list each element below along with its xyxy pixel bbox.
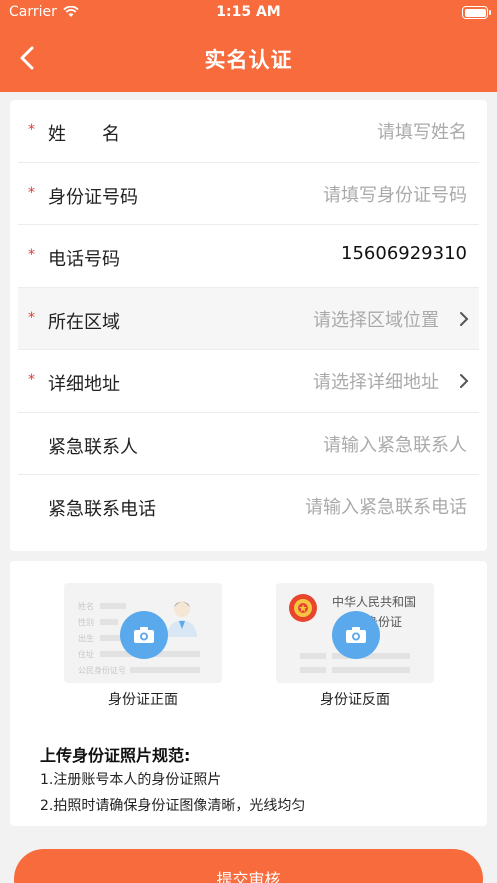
front-field-id: 公民身份证号 <box>78 666 126 675</box>
portrait-icon <box>167 601 197 637</box>
field-label-name: 姓 名 <box>48 124 120 145</box>
id-front-upload[interactable]: 姓名 性别 出生 住址 公民身份证号 <box>64 583 222 683</box>
front-field-name: 姓名 <box>78 602 94 611</box>
select-region[interactable]: 请选择区域位置 <box>313 306 439 332</box>
field-label-emergency-contact: 紧急联系人 <box>48 436 138 458</box>
input-phone[interactable]: 15606929310 <box>341 243 467 264</box>
header: Carrier 1:15 AM 实名认证 <box>0 0 497 92</box>
input-name[interactable]: 请填写姓名 <box>377 118 467 144</box>
required-mark: * <box>28 309 35 326</box>
form-row-phone[interactable]: * 电话号码 15606929310 <box>18 225 479 288</box>
upload-rule-1: 1.注册账号本人的身份证照片 <box>40 772 222 788</box>
form-row-address[interactable]: * 详细地址 请选择详细地址 <box>18 350 479 413</box>
national-emblem-icon <box>289 594 317 622</box>
clock: 1:15 AM <box>216 4 281 20</box>
page-title: 实名认证 <box>204 48 293 72</box>
form-row-emergency-contact[interactable]: 紧急联系人 请输入紧急联系人 <box>18 413 479 475</box>
chevron-right-icon <box>460 311 469 326</box>
back-card-title-1: 中华人民共和国 <box>332 595 417 609</box>
submit-button[interactable]: 提交审核 <box>14 849 483 883</box>
battery-icon <box>462 6 491 19</box>
front-field-address: 住址 <box>78 650 94 659</box>
input-emergency-contact[interactable]: 请输入紧急联系人 <box>323 431 467 457</box>
input-emergency-phone[interactable]: 请输入紧急联系电话 <box>305 493 467 519</box>
upload-rules-title: 上传身份证照片规范: <box>40 746 191 765</box>
upload-card: 姓名 性别 出生 住址 公民身份证号 身份证正面 中华人民共和国 身份证反面 上… <box>10 561 487 826</box>
required-mark: * <box>28 247 35 263</box>
nav-bar: 实名认证 <box>0 26 497 92</box>
select-address[interactable]: 请选择详细地址 <box>313 368 439 394</box>
field-label-phone: 电话号码 <box>48 249 120 270</box>
camera-button-front[interactable] <box>120 611 168 659</box>
input-id-number[interactable]: 请填写身份证号码 <box>323 181 467 207</box>
required-mark: * <box>28 184 35 201</box>
required-mark: * <box>28 372 35 388</box>
required-mark: * <box>28 122 35 138</box>
id-front-caption: 身份证正面 <box>108 692 178 708</box>
front-field-gender: 性别 <box>78 618 94 627</box>
field-label-emergency-phone: 紧急联系电话 <box>48 499 156 520</box>
field-label-region: 所在区域 <box>48 311 120 333</box>
camera-button-back[interactable] <box>332 611 380 659</box>
upload-rule-2: 2.拍照时请确保身份证图像清晰，光线均匀 <box>40 798 306 814</box>
form-row-id-number[interactable]: * 身份证号码 请填写身份证号码 <box>18 163 479 225</box>
form-row-name[interactable]: * 姓 名 请填写姓名 <box>18 100 479 163</box>
form-row-region[interactable]: * 所在区域 请选择区域位置 <box>18 287 479 350</box>
id-back-upload[interactable]: 中华人民共和国 居民身份证 <box>276 583 434 683</box>
form-row-emergency-phone[interactable]: 紧急联系电话 请输入紧急联系电话 <box>18 475 479 538</box>
chevron-right-icon <box>460 374 469 388</box>
field-label-address: 详细地址 <box>48 374 120 395</box>
status-bar: Carrier 1:15 AM <box>0 0 497 26</box>
front-field-birth: 出生 <box>78 634 94 643</box>
field-label-id-number: 身份证号码 <box>48 186 138 208</box>
id-back-caption: 身份证反面 <box>320 692 390 708</box>
camera-icon <box>346 627 366 643</box>
camera-icon <box>134 627 154 643</box>
form-card: * 姓 名请填写姓名 * 身份证号码 请填写身份证号码 * 电话号码 15606929310 *… <box>10 100 487 551</box>
